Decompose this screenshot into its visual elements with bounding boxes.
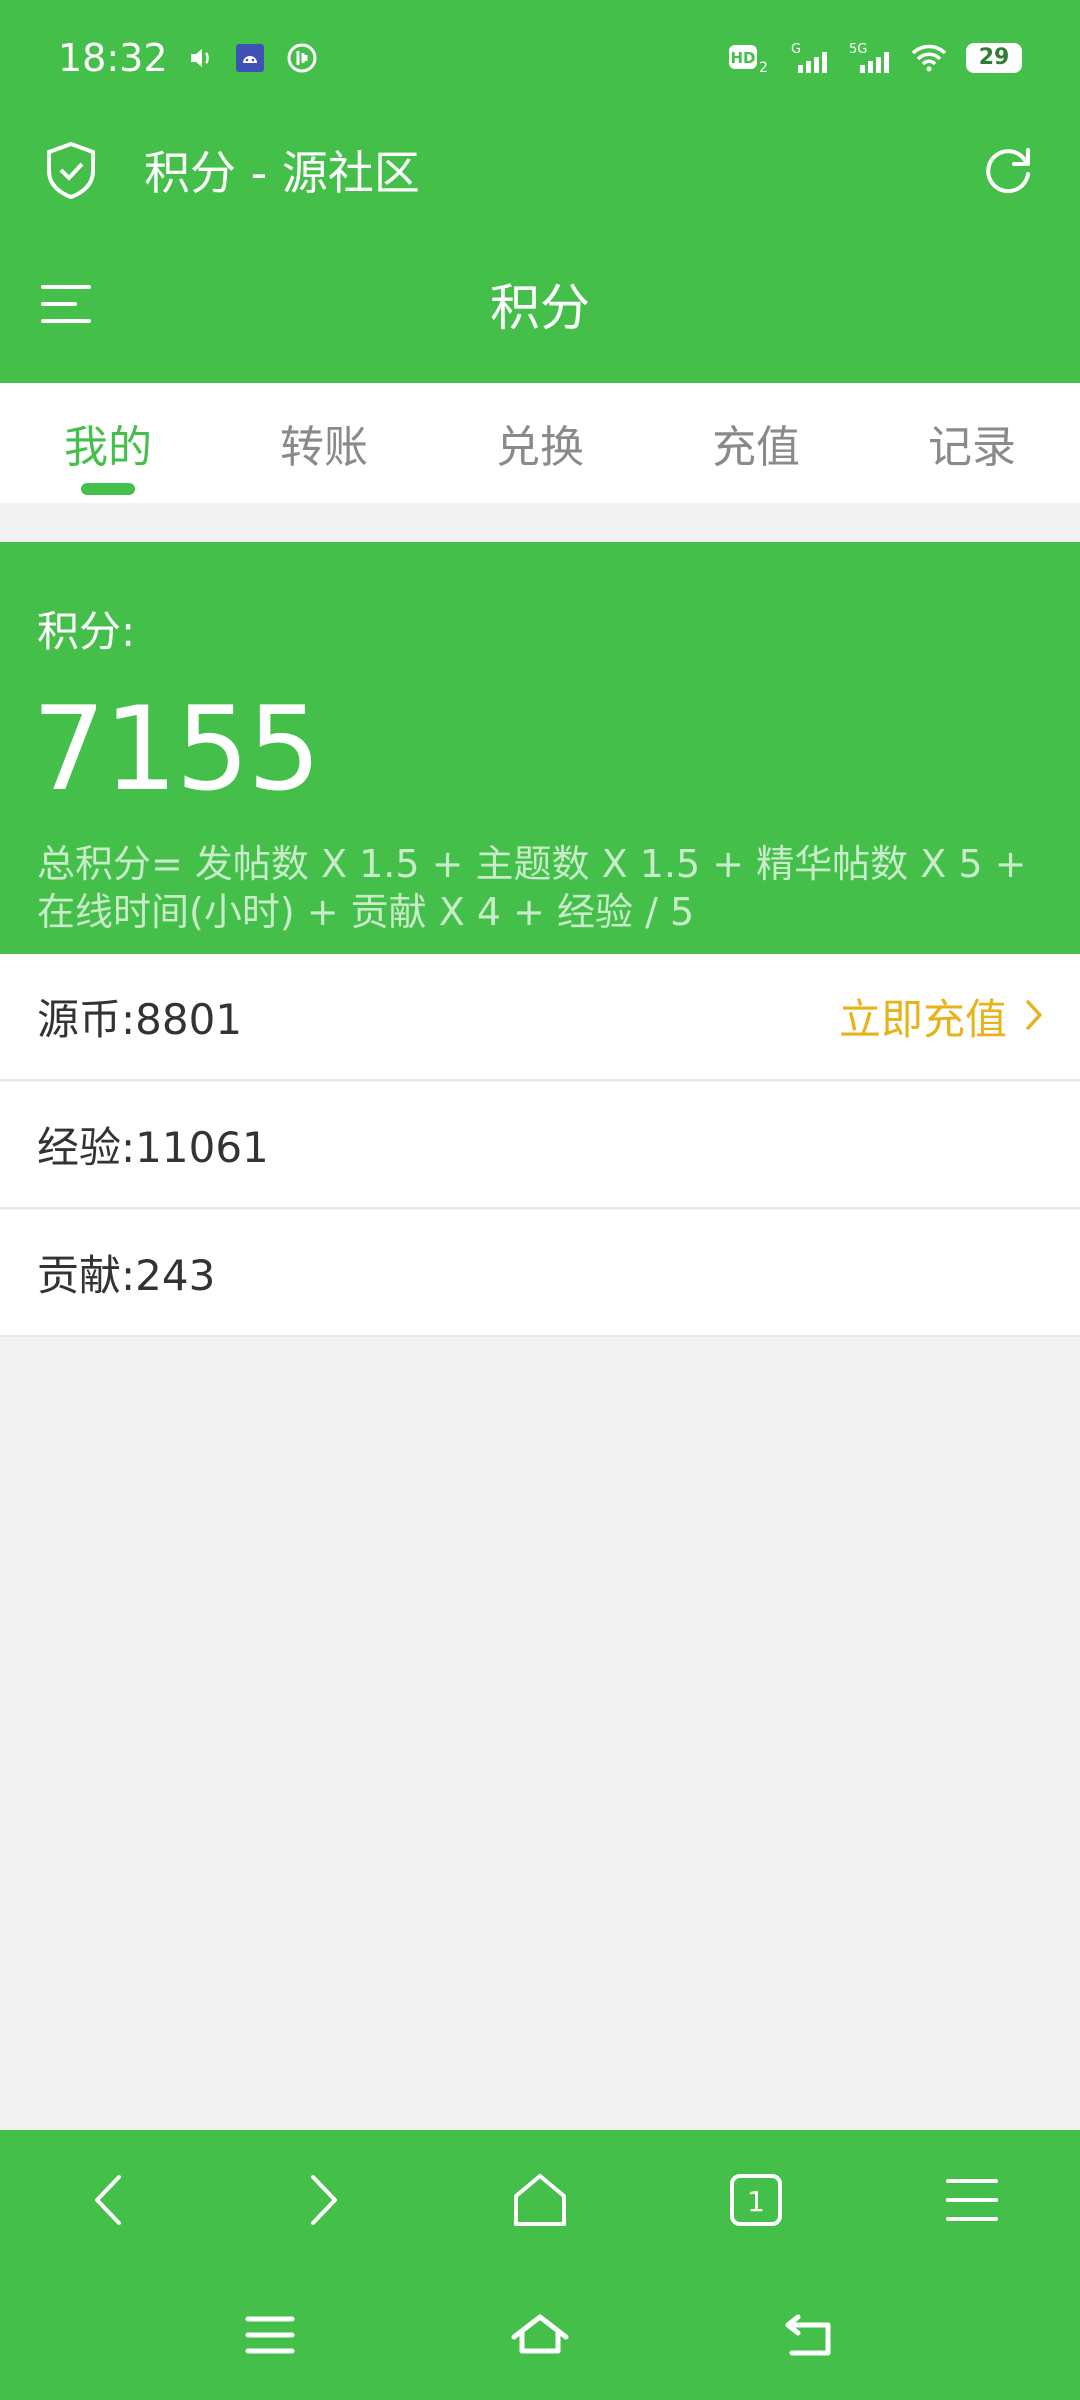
page-header: 积分 xyxy=(0,225,1080,383)
svg-text:5G: 5G xyxy=(849,42,867,57)
tab-exchange[interactable]: 兑换 xyxy=(432,383,648,503)
experience-label: 经验:11061 xyxy=(37,1123,269,1172)
tab-label: 兑换 xyxy=(496,422,584,473)
forward-button[interactable] xyxy=(264,2140,384,2260)
tab-records[interactable]: 记录 xyxy=(864,383,1080,503)
menu-icon[interactable] xyxy=(40,283,92,329)
tab-active-indicator xyxy=(81,483,135,495)
browser-title-bar: 积分 - 源社区 xyxy=(0,115,1080,225)
points-value: 7155 xyxy=(32,682,321,817)
tab-label: 转账 xyxy=(280,422,368,473)
coins-label: 源币:8801 xyxy=(37,995,243,1044)
recharge-now-link[interactable]: 立即充值 xyxy=(839,986,1043,1047)
tab-label: 充值 xyxy=(712,422,800,473)
refresh-icon[interactable] xyxy=(980,142,1036,198)
system-back-button[interactable] xyxy=(750,2275,870,2395)
browser-bottom-nav: 1 xyxy=(0,2130,1080,2270)
signal-5g-icon: 5G xyxy=(848,41,892,75)
browser-title: 积分 - 源社区 xyxy=(144,146,420,200)
svg-text:HD: HD xyxy=(730,49,755,67)
svg-text:G: G xyxy=(791,42,801,57)
wifi-icon xyxy=(910,43,948,73)
status-bar: 18:32 HD 2 G 5G 29 xyxy=(0,0,1080,115)
shield-check-icon[interactable] xyxy=(44,141,98,199)
tab-label: 我的 xyxy=(64,422,152,473)
battery-icon: 29 xyxy=(966,42,1022,73)
svg-text:2: 2 xyxy=(759,60,768,75)
tab-label: 记录 xyxy=(928,422,1016,473)
back-button[interactable] xyxy=(48,2140,168,2260)
signal-icon: G xyxy=(790,41,830,75)
tab-recharge[interactable]: 充值 xyxy=(648,383,864,503)
coins-row: 源币:8801 立即充值 xyxy=(0,954,1080,1081)
chevron-right-icon xyxy=(1025,992,1043,1041)
points-formula: 总积分= 发帖数 X 1.5 + 主题数 X 1.5 + 精华帖数 X 5 + … xyxy=(37,842,1027,934)
system-nav-bar xyxy=(0,2270,1080,2400)
experience-row: 经验:11061 xyxy=(0,1082,1080,1209)
points-label: 积分: xyxy=(37,607,136,656)
recents-button[interactable] xyxy=(210,2275,330,2395)
contribution-row: 贡献:243 xyxy=(0,1210,1080,1337)
recharge-now-label: 立即充值 xyxy=(838,995,1007,1044)
app-notification-icon xyxy=(286,42,318,74)
points-card: 积分: 7155 总积分= 发帖数 X 1.5 + 主题数 X 1.5 + 精华… xyxy=(0,542,1080,954)
contribution-label: 贡献:243 xyxy=(37,1251,216,1300)
volume-icon xyxy=(188,45,214,71)
more-menu-button[interactable] xyxy=(912,2140,1032,2260)
android-debug-icon xyxy=(234,42,266,74)
system-home-button[interactable] xyxy=(480,2275,600,2395)
clock: 18:32 xyxy=(58,35,168,80)
tab-mine[interactable]: 我的 xyxy=(0,383,216,503)
page-title: 积分 xyxy=(490,279,590,337)
svg-text:1: 1 xyxy=(747,2185,765,2218)
tabs-button[interactable]: 1 xyxy=(696,2140,816,2260)
home-button[interactable] xyxy=(480,2140,600,2260)
tab-transfer[interactable]: 转账 xyxy=(216,383,432,503)
hd-voice-icon: HD 2 xyxy=(728,41,772,75)
tab-bar: 我的 转账 兑换 充值 记录 xyxy=(0,383,1080,503)
